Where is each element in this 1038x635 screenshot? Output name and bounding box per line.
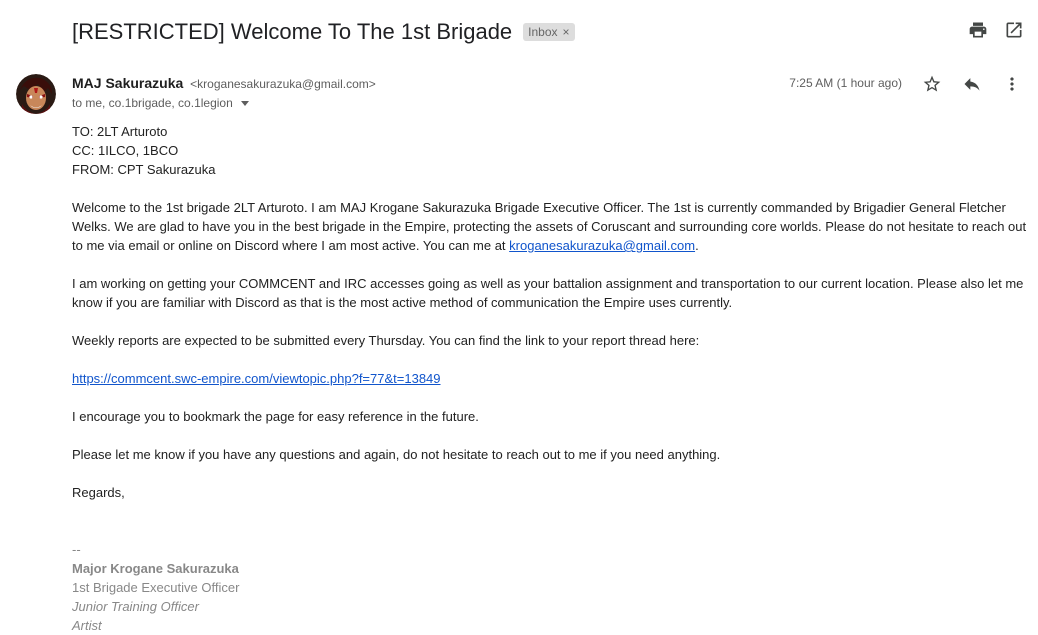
reply-icon[interactable] (962, 74, 982, 94)
email-subject: [RESTRICTED] Welcome To The 1st Brigade (72, 19, 513, 44)
thread-toolbar (968, 20, 1024, 40)
open-in-new-window-icon[interactable] (1004, 20, 1024, 40)
recipients-text: to me, co.1brigade, co.1legion (72, 96, 233, 110)
signature-role-training: Junior Training Officer (72, 599, 199, 614)
signature-name: Major Krogane Sakurazuka (72, 561, 239, 576)
paragraph-welcome-end: . (695, 238, 699, 253)
sender-avatar[interactable] (16, 74, 56, 114)
inbox-label-text: Inbox (528, 25, 558, 39)
signature-dashes: -- (72, 542, 81, 557)
sender-name[interactable]: MAJ Sakurazuka (72, 75, 183, 91)
paragraph-reports: Weekly reports are expected to be submit… (72, 333, 700, 348)
report-link-line: https://commcent.swc-empire.com/viewtopi… (72, 369, 1027, 388)
more-vert-icon[interactable] (1002, 74, 1022, 94)
remove-label-button[interactable]: × (563, 25, 570, 39)
signature-title: 1st Brigade Executive Officer (72, 580, 240, 595)
header-cc: CC: 1ILCO, 1BCO (72, 143, 179, 158)
paragraph-bookmark: I encourage you to bookmark the page for… (72, 409, 479, 424)
star-icon[interactable] (922, 74, 942, 94)
inbox-label-chip[interactable]: Inbox × (523, 23, 575, 41)
sender-email-link[interactable]: kroganesakurazuka@gmail.com (509, 238, 695, 253)
paragraph-accesses: I am working on getting your COMMCENT an… (72, 276, 1024, 310)
print-icon[interactable] (968, 20, 988, 40)
paragraph-questions: Please let me know if you have any quest… (72, 447, 721, 462)
sender-line: MAJ Sakurazuka <kroganesakurazuka@gmail.… (72, 75, 376, 91)
recipients-line: to me, co.1brigade, co.1legion (72, 96, 249, 110)
show-details-chevron-down-icon[interactable] (240, 100, 249, 106)
header-to: TO: 2LT Arturoto (72, 124, 168, 139)
report-thread-link[interactable]: https://commcent.swc-empire.com/viewtopi… (72, 371, 441, 386)
closing: Regards, (72, 485, 125, 500)
subject-row: [RESTRICTED] Welcome To The 1st Brigade … (72, 16, 575, 48)
email-date: 7:25 AM (1 hour ago) (789, 76, 902, 90)
header-from: FROM: CPT Sakurazuka (72, 162, 216, 177)
signature-role-artist: Artist (72, 618, 102, 633)
message-toolbar (922, 74, 1022, 94)
email-body: TO: 2LT Arturoto CC: 1ILCO, 1BCO FROM: C… (72, 122, 1027, 635)
paragraph-welcome: Welcome to the 1st brigade 2LT Arturoto.… (72, 198, 1027, 255)
sender-email: <kroganesakurazuka@gmail.com> (190, 77, 376, 91)
